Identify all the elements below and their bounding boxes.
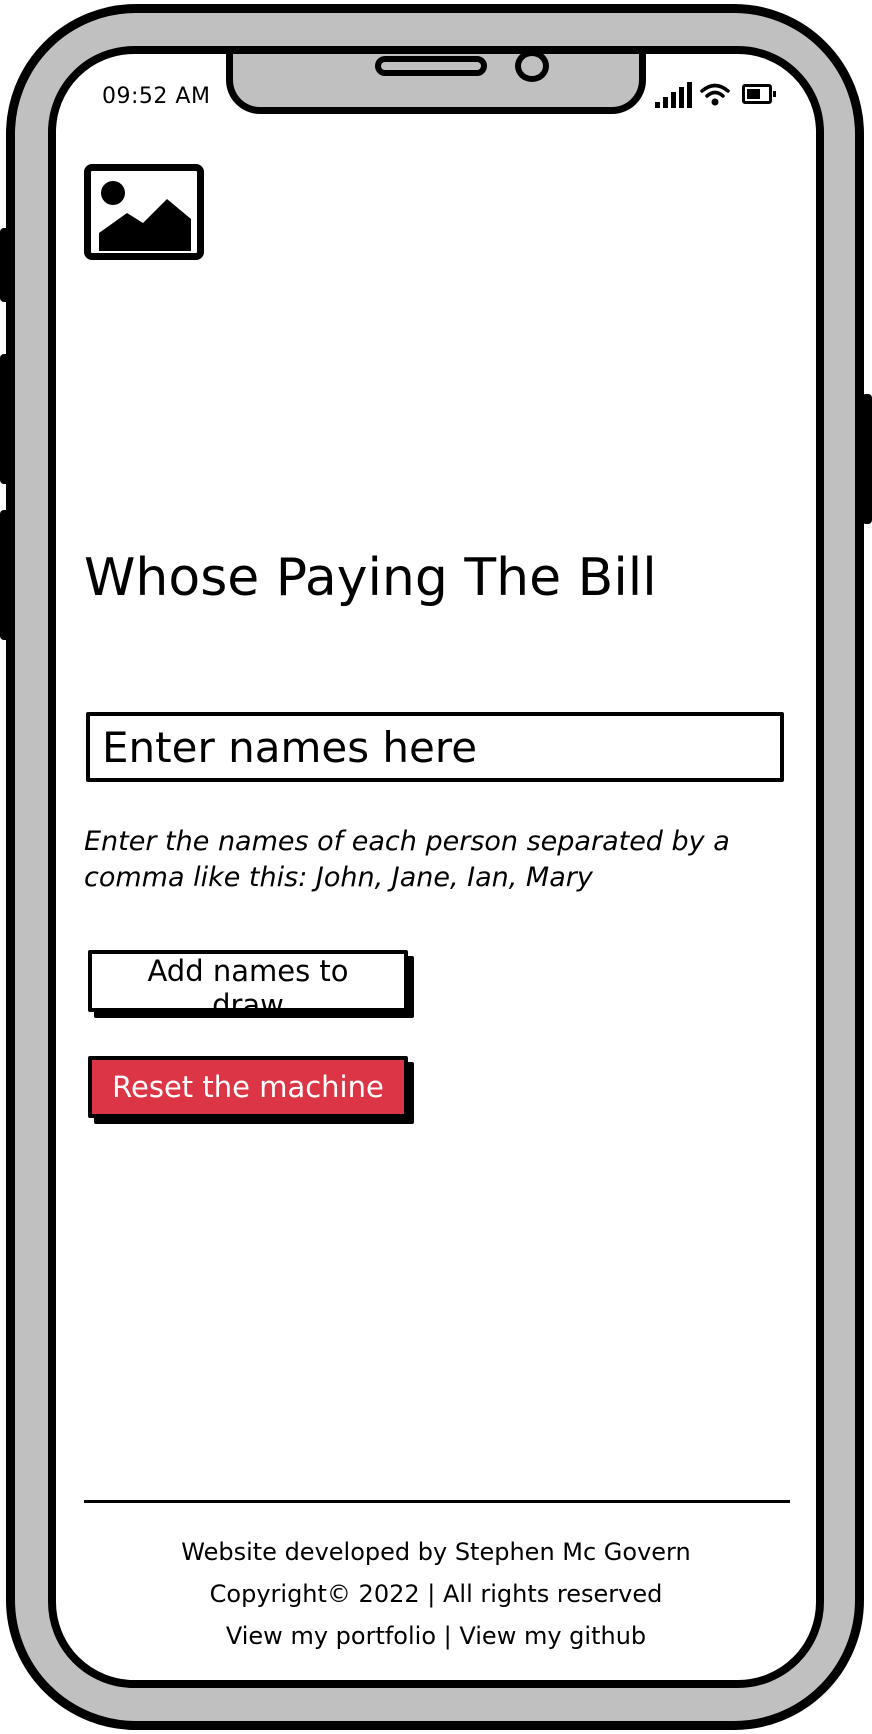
phone-side-button: [862, 394, 872, 524]
footer: Website developed by Stephen Mc Govern C…: [56, 1538, 816, 1664]
wifi-icon: [700, 83, 730, 106]
copyright-text: Copyright© 2022 | All rights reserved: [209, 1580, 663, 1608]
github-link[interactable]: View my github: [459, 1622, 646, 1650]
speaker-icon: [375, 56, 487, 76]
help-text: Enter the names of each person separated…: [84, 826, 730, 893]
reset-button[interactable]: Reset the machine: [88, 1056, 408, 1118]
names-input[interactable]: [86, 712, 784, 782]
image-placeholder-icon: [84, 164, 204, 260]
status-time: 09:52 AM: [102, 84, 211, 109]
footer-link-separator: |: [443, 1622, 452, 1650]
footer-divider: [84, 1500, 790, 1503]
developer-text: Website developed by Stephen Mc Govern: [181, 1538, 691, 1566]
phone-side-button: [0, 510, 10, 640]
phone-notch: [226, 54, 646, 114]
status-icons: [655, 82, 776, 108]
page-title: Whose Paying The Bill: [84, 548, 657, 608]
phone-side-button: [0, 354, 10, 484]
footer-links: View my portfolio | View my github: [56, 1622, 816, 1651]
camera-icon: [515, 54, 549, 82]
portfolio-link[interactable]: View my portfolio: [226, 1622, 436, 1650]
phone-side-button: [0, 228, 10, 302]
battery-icon: [742, 84, 776, 104]
signal-icon: [655, 82, 692, 108]
phone-screen: 09:52 AM Whose Paying The Bill Enter the…: [48, 46, 824, 1688]
add-names-button[interactable]: Add names to draw: [88, 950, 408, 1022]
